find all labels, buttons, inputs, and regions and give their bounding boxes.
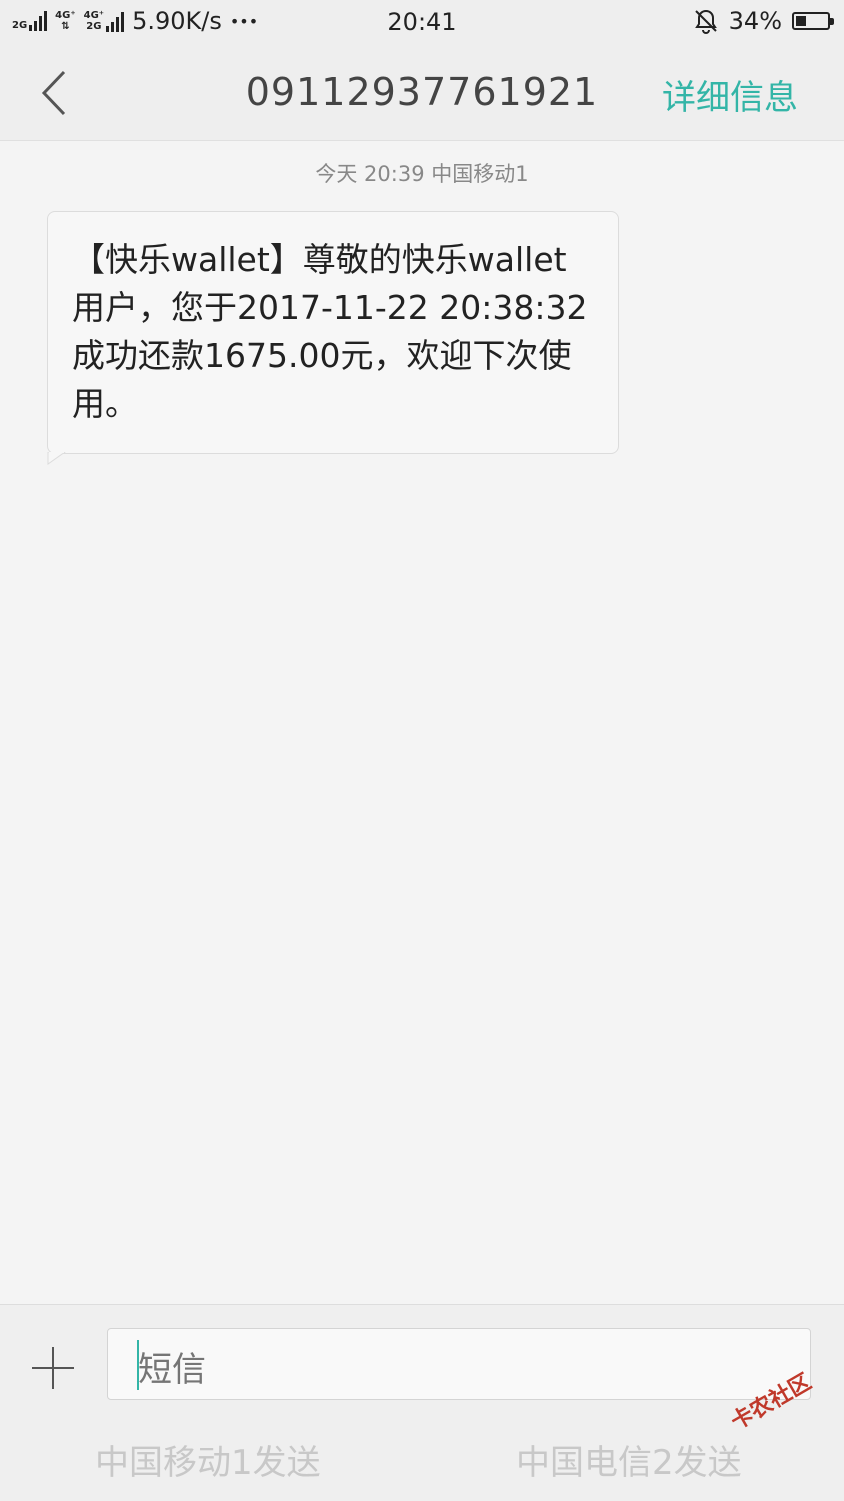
silent-bell-icon bbox=[694, 9, 717, 34]
send-sim1-button[interactable]: 中国移动1发送 bbox=[95, 1435, 321, 1484]
message-input[interactable] bbox=[107, 1328, 811, 1400]
message-text: 【快乐wallet】尊敬的快乐wallet用户，您于2017-11-22 20:… bbox=[72, 240, 588, 423]
send-sim2-button[interactable]: 中国电信2发送 bbox=[516, 1435, 742, 1484]
battery-icon bbox=[792, 12, 834, 30]
battery-percent: 34% bbox=[728, 7, 782, 35]
composer-bar: 中国移动1发送 中国电信2发送 bbox=[0, 1304, 844, 1501]
message-timestamp: 今天 20:39 中国移动1 bbox=[315, 162, 529, 186]
message-bubble[interactable]: 【快乐wallet】尊敬的快乐wallet用户，您于2017-11-22 20:… bbox=[47, 211, 619, 454]
status-bar: 2G 4G⁺ ⇅ 4G⁺ 2G 5.90K/s ••• 20:41 34% bbox=[0, 0, 844, 46]
battery-level bbox=[796, 16, 807, 26]
text-caret bbox=[137, 1340, 139, 1390]
details-button[interactable]: 详细信息 bbox=[662, 70, 798, 119]
bubble-tail bbox=[47, 452, 66, 465]
conversation-header: 09112937761921 详细信息 bbox=[0, 46, 844, 141]
status-right: 34% bbox=[693, 7, 834, 35]
plus-icon[interactable] bbox=[30, 1345, 76, 1391]
